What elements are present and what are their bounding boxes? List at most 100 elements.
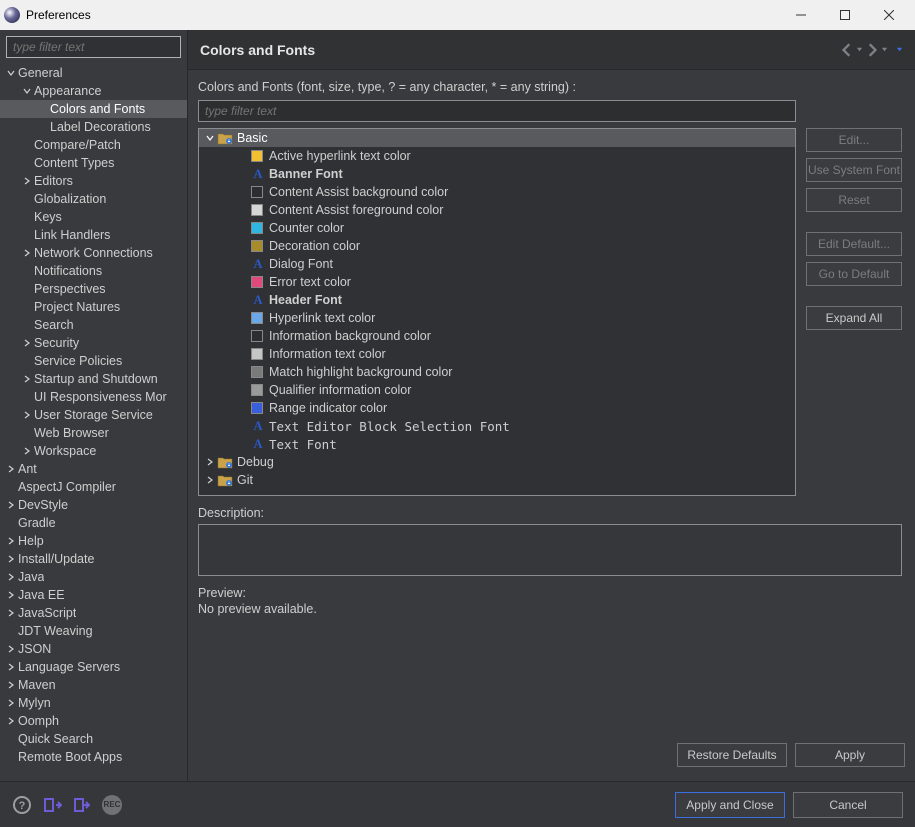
color-font-item[interactable]: Information background color: [199, 327, 795, 345]
tree-item[interactable]: Java: [0, 568, 187, 586]
edit-button[interactable]: Edit...: [806, 128, 902, 152]
chevron-right-icon[interactable]: [4, 663, 18, 671]
chevron-down-icon[interactable]: [4, 69, 18, 77]
restore-defaults-button[interactable]: Restore Defaults: [677, 743, 787, 767]
chevron-right-icon[interactable]: [203, 476, 217, 484]
tree-item[interactable]: DevStyle: [0, 496, 187, 514]
color-font-item[interactable]: AHeader Font: [199, 291, 795, 309]
color-font-item[interactable]: Debug: [199, 453, 795, 471]
tree-item[interactable]: Java EE: [0, 586, 187, 604]
tree-item[interactable]: AspectJ Compiler: [0, 478, 187, 496]
tree-item[interactable]: Globalization: [0, 190, 187, 208]
chevron-right-icon[interactable]: [4, 591, 18, 599]
tree-item[interactable]: Quick Search: [0, 730, 187, 748]
color-font-item[interactable]: Decoration color: [199, 237, 795, 255]
apply-button[interactable]: Apply: [795, 743, 905, 767]
color-font-item[interactable]: Content Assist foreground color: [199, 201, 795, 219]
chevron-right-icon[interactable]: [20, 249, 34, 257]
record-icon[interactable]: REC: [102, 795, 122, 815]
tree-item[interactable]: Label Decorations: [0, 118, 187, 136]
color-font-item[interactable]: Active hyperlink text color: [199, 147, 795, 165]
chevron-right-icon[interactable]: [4, 537, 18, 545]
tree-item[interactable]: Language Servers: [0, 658, 187, 676]
minimize-button[interactable]: [779, 1, 823, 29]
use-system-font-button[interactable]: Use System Font: [806, 158, 902, 182]
preferences-tree[interactable]: GeneralAppearanceColors and FontsLabel D…: [0, 62, 187, 781]
chevron-right-icon[interactable]: [4, 699, 18, 707]
tree-item[interactable]: Editors: [0, 172, 187, 190]
nav-back-button[interactable]: [840, 43, 854, 57]
tree-item[interactable]: JDT Weaving: [0, 622, 187, 640]
nav-forward-button[interactable]: [865, 43, 879, 57]
color-font-item[interactable]: AText Editor Block Selection Font: [199, 417, 795, 435]
chevron-right-icon[interactable]: [4, 609, 18, 617]
chevron-right-icon[interactable]: [4, 555, 18, 563]
chevron-right-icon[interactable]: [4, 645, 18, 653]
colors-filter-input[interactable]: [198, 100, 796, 122]
tree-item[interactable]: Mylyn: [0, 694, 187, 712]
nav-forward-menu[interactable]: [881, 46, 888, 53]
chevron-right-icon[interactable]: [20, 177, 34, 185]
tree-item[interactable]: Maven: [0, 676, 187, 694]
color-font-item[interactable]: Range indicator color: [199, 399, 795, 417]
tree-item[interactable]: Oomph: [0, 712, 187, 730]
tree-item[interactable]: Appearance: [0, 82, 187, 100]
export-icon[interactable]: [72, 795, 92, 815]
maximize-button[interactable]: [823, 1, 867, 29]
help-icon[interactable]: ?: [12, 795, 32, 815]
chevron-down-icon[interactable]: [203, 134, 217, 142]
color-font-item[interactable]: Error text color: [199, 273, 795, 291]
tree-item[interactable]: Service Policies: [0, 352, 187, 370]
edit-default-button[interactable]: Edit Default...: [806, 232, 902, 256]
view-menu-button[interactable]: [896, 46, 903, 53]
tree-item[interactable]: Compare/Patch: [0, 136, 187, 154]
chevron-right-icon[interactable]: [4, 465, 18, 473]
chevron-right-icon[interactable]: [4, 573, 18, 581]
color-font-item[interactable]: Content Assist background color: [199, 183, 795, 201]
import-icon[interactable]: [42, 795, 62, 815]
color-font-item[interactable]: AText Font: [199, 435, 795, 453]
tree-item[interactable]: Network Connections: [0, 244, 187, 262]
tree-item[interactable]: Notifications: [0, 262, 187, 280]
tree-item[interactable]: Content Types: [0, 154, 187, 172]
colors-fonts-tree[interactable]: BasicActive hyperlink text colorABanner …: [198, 128, 796, 496]
chevron-right-icon[interactable]: [20, 447, 34, 455]
expand-all-button[interactable]: Expand All: [806, 306, 902, 330]
chevron-right-icon[interactable]: [20, 411, 34, 419]
tree-item[interactable]: Security: [0, 334, 187, 352]
chevron-down-icon[interactable]: [20, 87, 34, 95]
chevron-right-icon[interactable]: [20, 339, 34, 347]
tree-item[interactable]: JavaScript: [0, 604, 187, 622]
tree-item[interactable]: Startup and Shutdown: [0, 370, 187, 388]
tree-item[interactable]: User Storage Service: [0, 406, 187, 424]
cancel-button[interactable]: Cancel: [793, 792, 903, 818]
color-font-item[interactable]: Basic: [199, 129, 795, 147]
chevron-right-icon[interactable]: [203, 458, 217, 466]
tree-item[interactable]: Workspace: [0, 442, 187, 460]
tree-item[interactable]: JSON: [0, 640, 187, 658]
color-font-item[interactable]: Hyperlink text color: [199, 309, 795, 327]
tree-item[interactable]: Perspectives: [0, 280, 187, 298]
tree-item[interactable]: Keys: [0, 208, 187, 226]
go-to-default-button[interactable]: Go to Default: [806, 262, 902, 286]
color-font-item[interactable]: Match highlight background color: [199, 363, 795, 381]
close-button[interactable]: [867, 1, 911, 29]
left-filter-input[interactable]: [6, 36, 181, 58]
tree-item[interactable]: Web Browser: [0, 424, 187, 442]
tree-item[interactable]: Install/Update: [0, 550, 187, 568]
tree-item[interactable]: Help: [0, 532, 187, 550]
apply-and-close-button[interactable]: Apply and Close: [675, 792, 785, 818]
tree-item[interactable]: Gradle: [0, 514, 187, 532]
chevron-right-icon[interactable]: [4, 501, 18, 509]
color-font-item[interactable]: Git: [199, 471, 795, 489]
chevron-right-icon[interactable]: [4, 681, 18, 689]
tree-item[interactable]: Colors and Fonts: [0, 100, 187, 118]
nav-back-menu[interactable]: [856, 46, 863, 53]
tree-item[interactable]: UI Responsiveness Mor: [0, 388, 187, 406]
color-font-item[interactable]: ADialog Font: [199, 255, 795, 273]
chevron-right-icon[interactable]: [4, 717, 18, 725]
color-font-item[interactable]: Counter color: [199, 219, 795, 237]
tree-item[interactable]: Ant: [0, 460, 187, 478]
tree-item[interactable]: Link Handlers: [0, 226, 187, 244]
tree-item[interactable]: Remote Boot Apps: [0, 748, 187, 766]
